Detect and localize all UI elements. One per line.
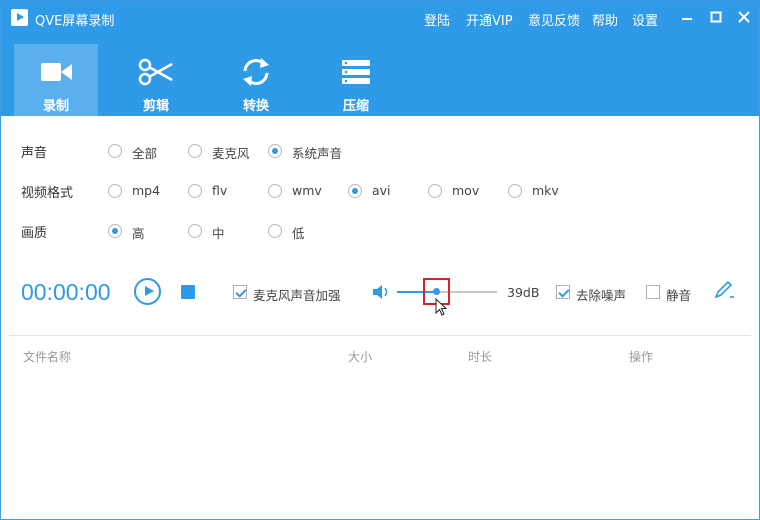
tab-compress[interactable]: 压缩 bbox=[314, 44, 398, 116]
option-label: wmv bbox=[292, 183, 322, 198]
radio-icon bbox=[188, 184, 202, 198]
app-window: QVE屏幕录制 登陆 开通VIP 意见反馈 帮助 设置 录制 剪辑 转换 压缩 … bbox=[0, 0, 760, 520]
sound-label: 声音 bbox=[21, 146, 48, 161]
option-label: flv bbox=[212, 183, 228, 198]
volume-db-value: 39dB bbox=[507, 285, 540, 300]
mic-boost-checkbox[interactable] bbox=[233, 285, 247, 299]
login-link[interactable]: 登陆 bbox=[424, 10, 450, 29]
tab-record[interactable]: 录制 bbox=[14, 44, 98, 116]
radio-icon bbox=[268, 184, 282, 198]
minimize-button[interactable] bbox=[679, 9, 695, 25]
top-links: 登陆 开通VIP 意见反馈 帮助 设置 bbox=[1, 10, 759, 29]
option-label: avi bbox=[372, 183, 391, 198]
stop-button[interactable] bbox=[181, 285, 195, 299]
mouse-cursor-icon bbox=[435, 298, 448, 316]
pencil-icon[interactable] bbox=[713, 280, 735, 300]
tab-edit[interactable]: 剪辑 bbox=[114, 44, 198, 116]
mic-boost-label: 麦克风声音加强 bbox=[253, 288, 341, 303]
slider-knob bbox=[433, 288, 440, 295]
scissors-icon bbox=[138, 58, 173, 86]
help-link[interactable]: 帮助 bbox=[592, 10, 618, 29]
speaker-icon[interactable] bbox=[371, 283, 391, 301]
radio-icon bbox=[428, 184, 442, 198]
tab-compress-label: 压缩 bbox=[342, 99, 369, 114]
option-label: 高 bbox=[132, 226, 145, 241]
denoise-checkbox[interactable] bbox=[556, 285, 570, 299]
close-button[interactable] bbox=[736, 9, 752, 25]
divider bbox=[9, 335, 751, 336]
radio-icon bbox=[188, 144, 202, 158]
option-label: 全部 bbox=[132, 146, 158, 161]
radio-icon bbox=[508, 184, 522, 198]
close-icon bbox=[738, 11, 750, 23]
tab-convert-label: 转换 bbox=[242, 99, 269, 114]
minimize-icon bbox=[682, 18, 692, 20]
tab-record-label: 录制 bbox=[42, 99, 69, 114]
play-button[interactable] bbox=[134, 278, 161, 305]
radio-selected-icon bbox=[348, 184, 362, 198]
record-timer: 00:00:00 bbox=[21, 279, 111, 305]
column-header-duration[interactable]: 时长 bbox=[468, 348, 492, 365]
radio-icon bbox=[268, 224, 282, 238]
option-label: 麦克风 bbox=[212, 146, 250, 161]
maximize-button[interactable] bbox=[708, 9, 724, 25]
vip-link[interactable]: 开通VIP bbox=[466, 10, 513, 29]
compress-stack-icon bbox=[342, 60, 370, 84]
option-label: 中 bbox=[212, 226, 225, 241]
quality-label: 画质 bbox=[21, 226, 48, 241]
mute-label: 静音 bbox=[666, 288, 692, 303]
format-label: 视频格式 bbox=[21, 186, 74, 201]
option-label: mkv bbox=[532, 183, 559, 198]
tab-convert[interactable]: 转换 bbox=[214, 44, 298, 116]
radio-icon bbox=[108, 184, 122, 198]
option-label: 系统声音 bbox=[292, 146, 343, 161]
video-camera-icon bbox=[41, 63, 72, 81]
maximize-icon bbox=[710, 11, 722, 23]
feedback-link[interactable]: 意见反馈 bbox=[528, 10, 580, 29]
radio-selected-icon bbox=[268, 144, 282, 158]
convert-refresh-icon bbox=[243, 58, 269, 86]
radio-selected-icon bbox=[108, 224, 122, 238]
settings-link[interactable]: 设置 bbox=[632, 10, 658, 29]
denoise-label: 去除噪声 bbox=[576, 288, 627, 303]
option-label: mov bbox=[452, 183, 480, 198]
column-header-actions[interactable]: 操作 bbox=[629, 348, 653, 365]
column-header-size[interactable]: 大小 bbox=[348, 348, 372, 365]
column-header-filename[interactable]: 文件名称 bbox=[23, 348, 71, 365]
option-label: 低 bbox=[292, 226, 305, 241]
header-bar: QVE屏幕录制 登陆 开通VIP 意见反馈 帮助 设置 录制 剪辑 转换 压缩 bbox=[1, 1, 759, 116]
option-label: mp4 bbox=[132, 183, 161, 198]
radio-icon bbox=[108, 144, 122, 158]
mute-checkbox[interactable] bbox=[646, 285, 660, 299]
tab-edit-label: 剪辑 bbox=[142, 99, 169, 114]
radio-icon bbox=[188, 224, 202, 238]
